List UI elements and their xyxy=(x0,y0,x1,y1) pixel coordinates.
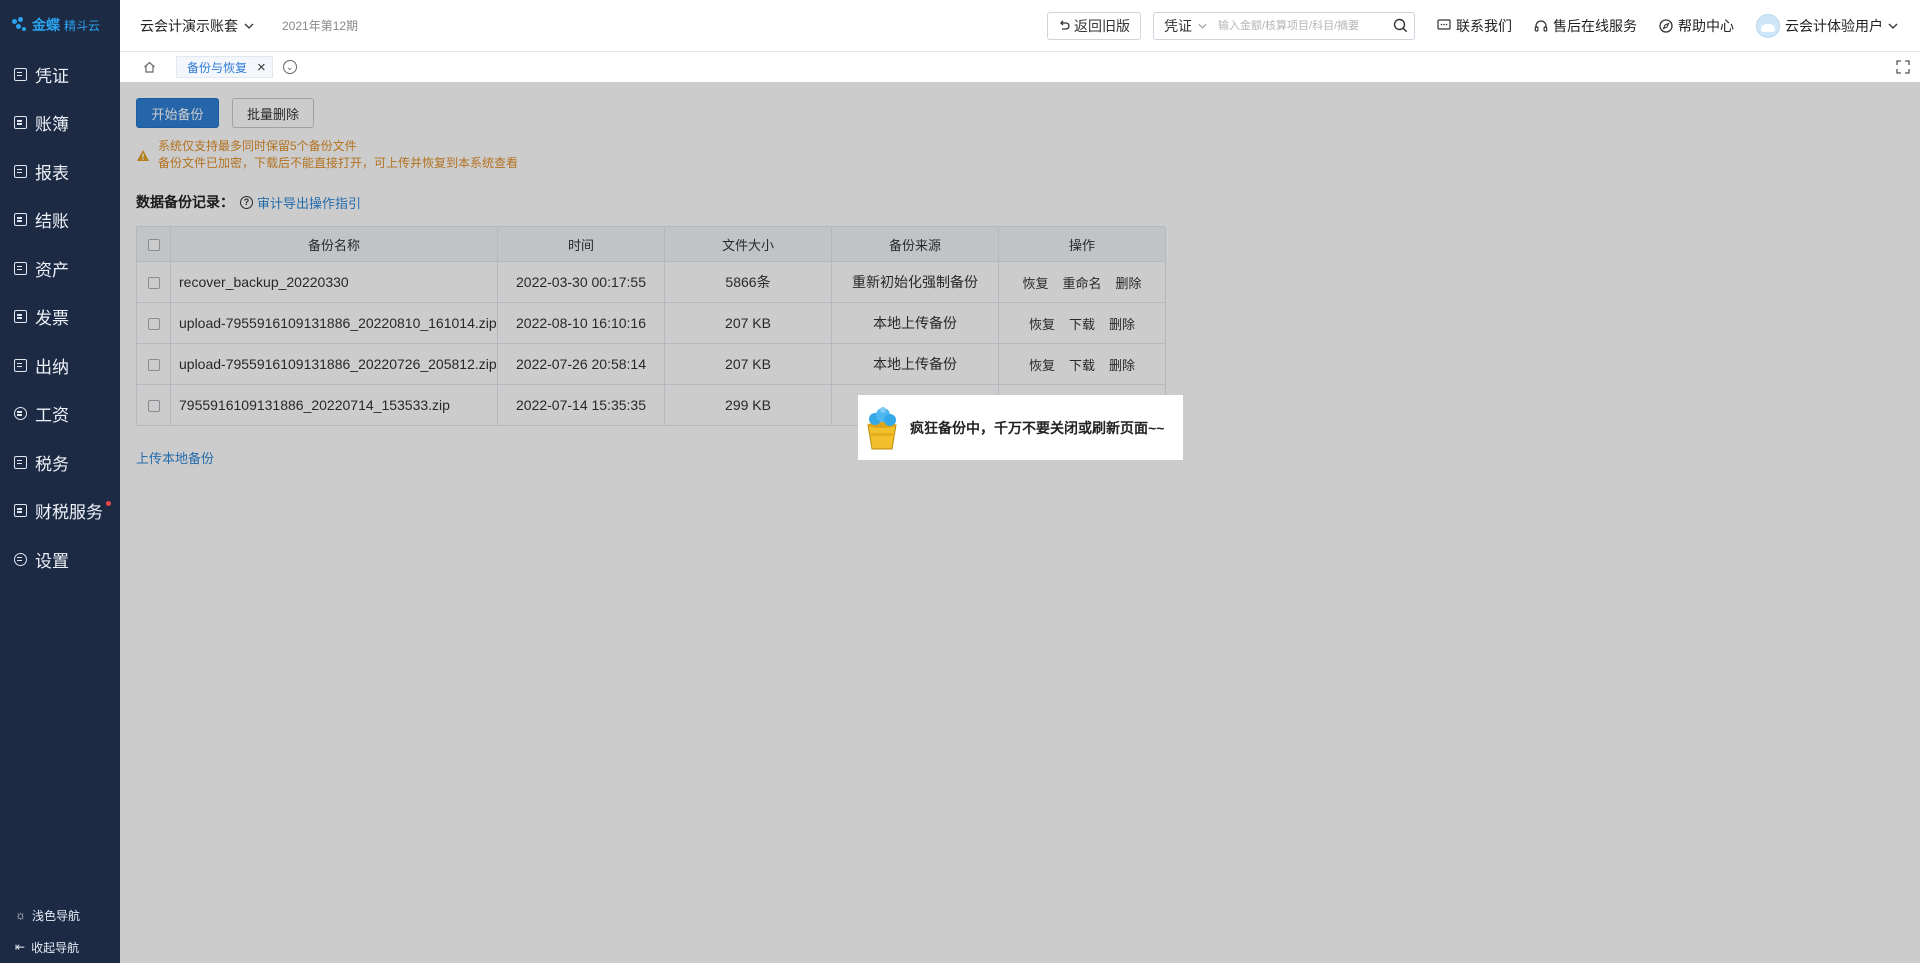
home-tab-button[interactable] xyxy=(138,56,160,78)
sidebar-item-label: 发票 xyxy=(35,309,69,329)
return-old-version-button[interactable]: 返回旧版 xyxy=(1047,11,1141,40)
sidebar-item-label: 账簿 xyxy=(35,115,69,135)
sidebar-item-assets[interactable]: 资产 xyxy=(0,244,120,293)
collapse-nav-toggle[interactable]: ⇤ 收起导航 xyxy=(0,931,120,963)
after-sales-service-link[interactable]: 售后在线服务 xyxy=(1534,16,1637,36)
sidebar-item-label: 资产 xyxy=(35,260,69,280)
loading-mask xyxy=(120,82,1920,963)
cashier-icon xyxy=(14,358,27,372)
sidebar-bottom: ☼ 浅色导航 ⇤ 收起导航 xyxy=(0,899,120,963)
sidebar-item-label: 财税服务 xyxy=(35,503,103,523)
undo-icon xyxy=(1060,20,1070,30)
sidebar-item-settings[interactable]: 设置 xyxy=(0,535,120,584)
service-icon xyxy=(14,504,27,518)
search-icon xyxy=(1393,18,1407,33)
contact-us-link[interactable]: 联系我们 xyxy=(1437,16,1512,36)
sidebar-item-closing[interactable]: 结账 xyxy=(0,196,120,245)
user-menu[interactable]: 云会计体验用户 xyxy=(1756,13,1898,38)
notification-dot xyxy=(106,500,111,506)
sidebar: 金蝶 精斗云 凭证 账簿 报表 结账 资产 发票 出纳 工资 税务 财税服务 设… xyxy=(0,0,120,963)
after-sales-service-label: 售后在线服务 xyxy=(1553,17,1637,34)
assets-icon xyxy=(14,261,27,275)
tabs-bar: 备份与恢复 × ⌄ xyxy=(120,52,1920,82)
accounting-period: 2021年第12期 xyxy=(282,19,359,33)
backup-progress-message: 疯狂备份中，千万不要关闭或刷新页面~~ xyxy=(910,419,1165,436)
light-nav-label: 浅色导航 xyxy=(32,908,81,923)
sidebar-item-reports[interactable]: 报表 xyxy=(0,147,120,196)
sidebar-item-voucher[interactable]: 凭证 xyxy=(0,50,120,99)
logo-subtext: 精斗云 xyxy=(64,18,101,33)
logo[interactable]: 金蝶 精斗云 xyxy=(0,0,120,50)
ledger-icon xyxy=(14,116,27,130)
fullscreen-icon[interactable] xyxy=(1896,60,1910,74)
compass-icon xyxy=(1659,18,1673,33)
search-type-label: 凭证 xyxy=(1164,17,1192,34)
search-box: 凭证 xyxy=(1153,11,1415,40)
sidebar-item-label: 税务 xyxy=(35,454,69,474)
sidebar-item-invoice[interactable]: 发票 xyxy=(0,293,120,342)
collapse-icon: ⇤ xyxy=(15,940,26,954)
sidebar-item-cashier[interactable]: 出纳 xyxy=(0,341,120,390)
yen-icon xyxy=(14,407,27,421)
chat-icon xyxy=(1437,19,1451,30)
invoice-icon xyxy=(14,310,27,324)
sidebar-item-payroll[interactable]: 工资 xyxy=(0,390,120,439)
light-nav-toggle[interactable]: ☼ 浅色导航 xyxy=(0,899,120,931)
sidebar-item-label: 结账 xyxy=(35,212,69,232)
avatar xyxy=(1756,13,1780,38)
sidebar-item-ledger[interactable]: 账簿 xyxy=(0,99,120,148)
report-icon xyxy=(14,164,27,178)
help-center-link[interactable]: 帮助中心 xyxy=(1659,16,1734,36)
close-icon[interactable]: × xyxy=(257,60,266,75)
collapse-nav-label: 收起导航 xyxy=(31,940,80,955)
return-old-version-label: 返回旧版 xyxy=(1074,17,1130,34)
user-name: 云会计体验用户 xyxy=(1785,17,1883,34)
tabs-more-button[interactable]: ⌄ xyxy=(282,60,297,74)
sun-icon: ☼ xyxy=(15,908,26,922)
search-type-select[interactable]: 凭证 xyxy=(1154,16,1218,36)
sidebar-item-label: 出纳 xyxy=(35,357,69,377)
headset-icon xyxy=(1534,19,1548,32)
contact-us-label: 联系我们 xyxy=(1456,17,1512,34)
top-bar: 云会计演示账套 2021年第12期 返回旧版 凭证 联系我们 售后在线服务 xyxy=(120,0,1920,52)
settings-icon xyxy=(14,552,27,566)
sidebar-item-tax-service[interactable]: 财税服务 xyxy=(0,487,120,536)
account-selector[interactable]: 云会计演示账套 xyxy=(140,16,254,36)
sidebar-item-tax[interactable]: 税务 xyxy=(0,438,120,487)
tab-label: 备份与恢复 xyxy=(187,60,248,75)
sidebar-item-label: 设置 xyxy=(35,551,69,571)
top-right-tools: 返回旧版 凭证 联系我们 售后在线服务 帮助中心 云会计体验用户 xyxy=(1047,0,1920,52)
chevron-down-icon xyxy=(244,23,254,29)
sidebar-item-label: 凭证 xyxy=(35,66,69,86)
sidebar-nav: 凭证 账簿 报表 结账 资产 发票 出纳 工资 税务 财税服务 设置 xyxy=(0,50,120,584)
chevron-down-icon: ⌄ xyxy=(286,61,294,72)
closing-icon xyxy=(14,213,27,227)
search-input[interactable] xyxy=(1218,13,1386,38)
sidebar-item-label: 工资 xyxy=(35,406,69,426)
tab-backup-restore[interactable]: 备份与恢复 × xyxy=(176,56,273,78)
home-icon xyxy=(143,61,155,73)
bucket-icon xyxy=(867,406,897,449)
voucher-icon xyxy=(14,67,27,81)
chevron-down-icon xyxy=(1198,23,1207,29)
tax-icon xyxy=(14,455,27,469)
chevron-down-icon xyxy=(1888,23,1898,29)
logo-mark-icon xyxy=(12,17,28,33)
account-name: 云会计演示账套 xyxy=(140,17,238,34)
help-center-label: 帮助中心 xyxy=(1678,17,1734,34)
logo-text: 金蝶 xyxy=(32,17,60,33)
backup-progress-toast: 疯狂备份中，千万不要关闭或刷新页面~~ xyxy=(858,395,1183,460)
sidebar-item-label: 报表 xyxy=(35,163,69,183)
search-button[interactable] xyxy=(1386,18,1414,33)
